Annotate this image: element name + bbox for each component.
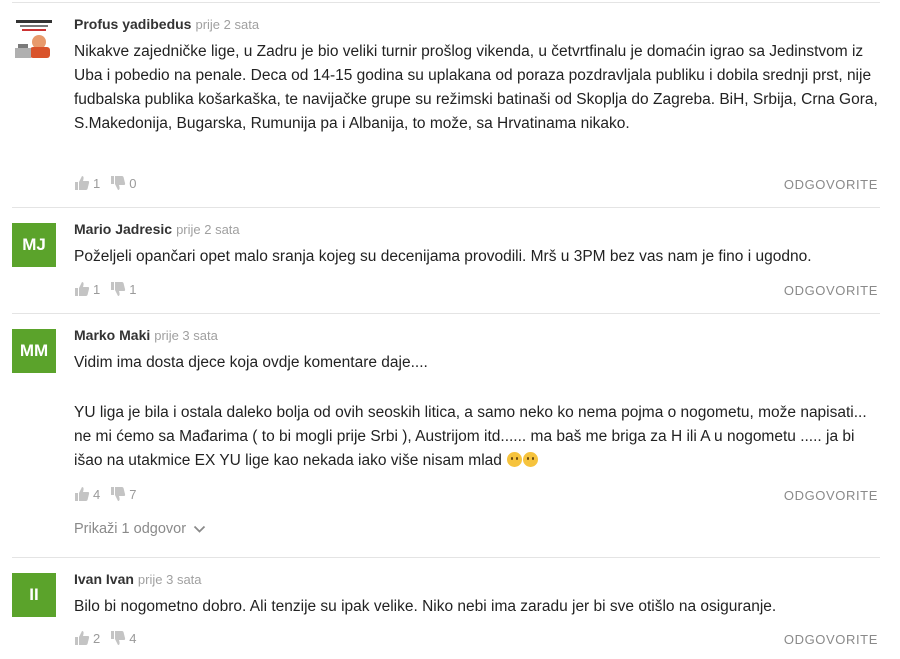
dislike-button[interactable]: 0 [110,175,136,191]
comment-text: Bilo bi nogometno dobro. Ali tenzije su … [74,595,880,619]
thumbs-down-icon [111,487,126,501]
comment-time: prije 3 sata [154,328,218,343]
thumbs-down-icon [111,176,126,190]
dislike-count: 4 [129,630,137,646]
comment-paragraph: Nikakve zajedničke lige, u Zadru je bio … [74,43,878,132]
like-count: 4 [93,486,101,502]
thumbs-down-icon [111,631,126,645]
avatar[interactable]: II [12,573,56,617]
comment-author[interactable]: Profus yadibedus [74,16,191,32]
comment-time: prije 2 sata [195,17,260,32]
comment-paragraph: Vidim ima dosta djece koja ovdje komenta… [74,354,428,371]
avatar[interactable] [12,18,56,62]
dislike-count: 1 [129,281,137,297]
comment-paragraph: Poželjeli opančari opet malo sranja koje… [74,248,812,265]
comment-author[interactable]: Ivan Ivan [74,571,134,587]
thumbs-up-icon [75,631,90,645]
comment-text: Nikakve zajedničke lige, u Zadru je bio … [74,40,880,136]
thumbs-up-icon [75,487,90,501]
chevron-down-icon [193,525,206,533]
comment-paragraph: YU liga je bila i ostala daleko bolja od… [74,404,867,469]
dislike-count: 0 [129,175,137,191]
divider [12,207,880,208]
thumbs-down-icon [111,282,126,296]
comment-text: Vidim ima dosta djece koja ovdje komenta… [74,351,880,473]
avatar-image-icon [12,18,56,62]
reply-button[interactable]: ODGOVORITE [784,488,878,503]
divider [12,313,880,314]
comment-text: Poželjeli opančari opet malo sranja koje… [74,245,880,269]
hugging-face-emoji-icon [507,452,523,467]
dislike-button[interactable]: 7 [110,486,136,502]
smirk-face-emoji-icon [523,452,539,467]
like-button[interactable]: 1 [74,281,100,297]
like-count: 2 [93,630,101,646]
comment-paragraph: Bilo bi nogometno dobro. Ali tenzije su … [74,598,777,615]
avatar[interactable]: MM [12,329,56,373]
like-count: 1 [93,175,101,191]
like-button[interactable]: 1 [74,175,100,191]
reply-button[interactable]: ODGOVORITE [784,177,878,192]
dislike-count: 7 [129,486,137,502]
reply-button[interactable]: ODGOVORITE [784,283,878,298]
avatar[interactable]: MJ [12,223,56,267]
thumbs-up-icon [75,282,90,296]
comment-author[interactable]: Mario Jadresic [74,221,172,237]
divider [12,2,880,3]
like-count: 1 [93,281,101,297]
comment-time: prije 2 sata [176,222,240,237]
dislike-button[interactable]: 4 [110,630,136,646]
show-replies-label: Prikaži 1 odgovor [74,521,187,537]
show-replies-button[interactable]: Prikaži 1 odgovor [74,521,206,537]
thumbs-up-icon [75,176,90,190]
like-button[interactable]: 4 [74,486,100,502]
like-button[interactable]: 2 [74,630,100,646]
reply-button[interactable]: ODGOVORITE [784,632,878,647]
comment-author[interactable]: Marko Maki [74,327,150,343]
comment-time: prije 3 sata [137,572,202,587]
dislike-button[interactable]: 1 [110,281,136,297]
divider [12,557,880,558]
